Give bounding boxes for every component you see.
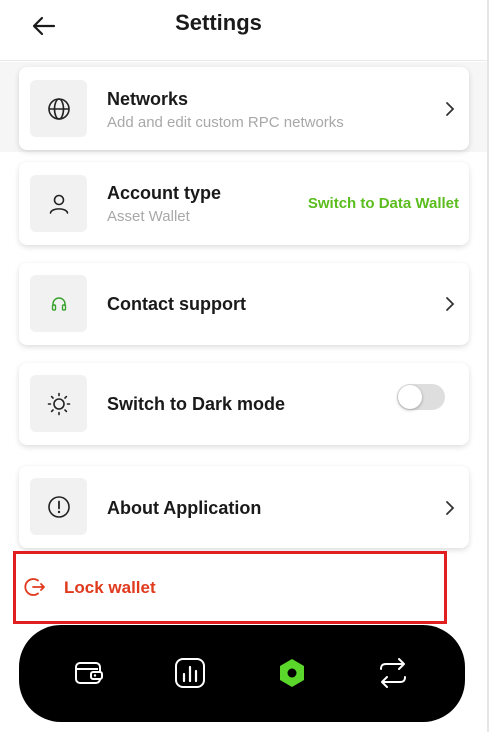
networks-subtitle: Add and edit custom RPC networks bbox=[107, 114, 344, 131]
account-type-title: Account type bbox=[107, 183, 222, 203]
scroll-edge bbox=[487, 0, 489, 732]
about-icon-box bbox=[30, 478, 87, 535]
networks-card[interactable]: Networks Add and edit custom RPC network… bbox=[19, 67, 469, 150]
nav-wallet[interactable] bbox=[71, 655, 107, 691]
about-card[interactable]: About Application bbox=[19, 466, 469, 548]
about-title: About Application bbox=[107, 498, 262, 518]
nav-hexagon[interactable] bbox=[274, 655, 310, 691]
wallet-icon bbox=[75, 662, 103, 684]
dark-mode-card: Switch to Dark mode bbox=[19, 363, 469, 445]
headphones-icon bbox=[51, 296, 66, 311]
page-title: Settings bbox=[175, 10, 262, 35]
chevron-right-icon bbox=[446, 102, 455, 116]
toggle-knob bbox=[398, 385, 422, 409]
bottom-nav bbox=[19, 625, 465, 722]
chevron-right-icon bbox=[446, 297, 455, 311]
logout-icon bbox=[24, 578, 45, 596]
globe-icon bbox=[47, 97, 70, 120]
account-type-card: Account type Asset Wallet Switch to Data… bbox=[19, 162, 469, 245]
networks-title: Networks bbox=[107, 89, 189, 109]
dark-mode-toggle[interactable] bbox=[397, 384, 445, 410]
dark-mode-title: Switch to Dark mode bbox=[107, 394, 286, 414]
user-icon bbox=[49, 194, 68, 214]
info-icon bbox=[47, 495, 70, 518]
contact-support-title: Contact support bbox=[107, 294, 246, 314]
chart-icon bbox=[175, 658, 205, 688]
swap-icon bbox=[380, 658, 406, 688]
contact-support-card[interactable]: Contact support bbox=[19, 263, 469, 345]
account-icon-box bbox=[30, 175, 87, 232]
lock-wallet-button[interactable]: Lock wallet bbox=[13, 551, 447, 624]
dark-mode-icon-box bbox=[30, 375, 87, 432]
sun-icon bbox=[47, 392, 70, 415]
support-icon-box bbox=[30, 275, 87, 332]
lock-wallet-label: Lock wallet bbox=[64, 578, 156, 597]
chevron-right-icon bbox=[446, 501, 455, 515]
hexagon-icon bbox=[280, 659, 304, 687]
networks-icon-box bbox=[30, 80, 87, 137]
nav-swap[interactable] bbox=[375, 655, 411, 691]
switch-wallet-link[interactable]: Switch to Data Wallet bbox=[308, 195, 459, 212]
account-type-value: Asset Wallet bbox=[107, 208, 190, 225]
nav-chart[interactable] bbox=[172, 655, 208, 691]
header: Settings bbox=[0, 0, 487, 61]
